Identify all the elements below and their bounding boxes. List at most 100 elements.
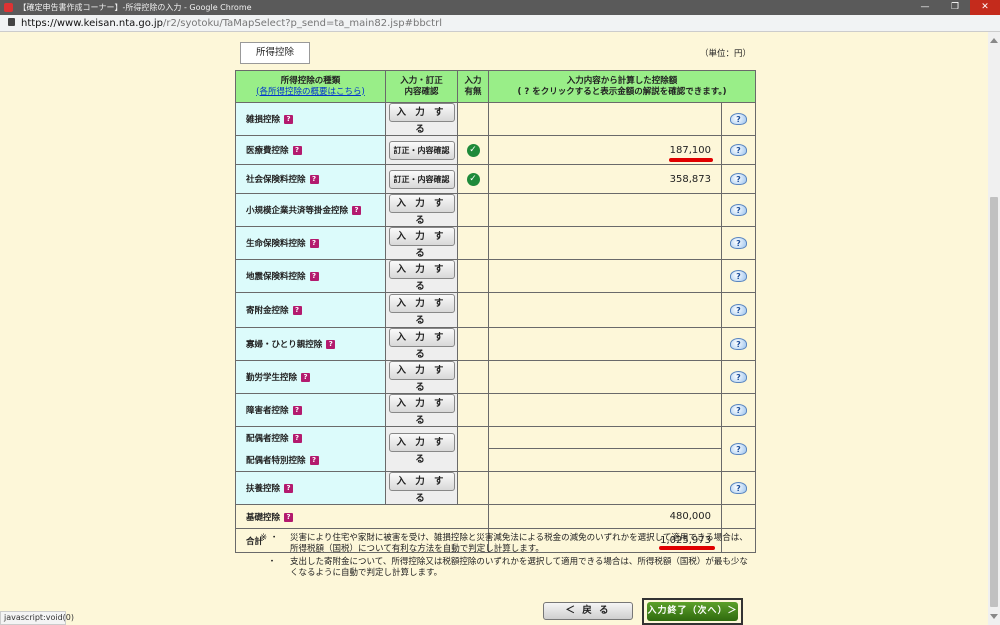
lock-icon bbox=[8, 18, 15, 26]
correct-confirm-button[interactable]: 訂正・内容確認 bbox=[388, 140, 455, 160]
row-button-cell: 訂正・内容確認 bbox=[385, 135, 458, 165]
question-icon[interactable]: ? bbox=[284, 484, 294, 493]
input-button[interactable]: 入 力 す る bbox=[388, 227, 455, 259]
help-icon[interactable]: ? bbox=[730, 113, 747, 125]
row-amount-cell: 187,100 bbox=[488, 135, 722, 165]
question-icon[interactable]: ? bbox=[292, 306, 302, 315]
scrollbar-thumb[interactable] bbox=[990, 197, 998, 607]
deduction-overview-link[interactable]: (各所得控除の概要はこちら) bbox=[236, 87, 385, 98]
scroll-up-icon[interactable] bbox=[990, 38, 998, 43]
row-name-cell: 勤労学生控除? bbox=[235, 360, 386, 394]
question-icon[interactable]: ? bbox=[301, 373, 311, 382]
page-scrollbar[interactable] bbox=[988, 32, 1000, 625]
row-help-cell: ? bbox=[721, 226, 756, 260]
row-status-cell bbox=[457, 327, 489, 361]
row-button-cell: 入 力 す る bbox=[385, 292, 458, 328]
row-status-cell bbox=[457, 102, 489, 136]
input-button[interactable]: 入 力 す る bbox=[388, 294, 455, 326]
row-amount: 358,873 bbox=[488, 164, 722, 194]
header-calculated-amount-hint: ( ? をクリックすると表示金額の解説を確認できます。) bbox=[517, 86, 727, 97]
window-titlebar: 【確定申告書作成コーナー】-所得控除の入力 - Google Chrome — … bbox=[0, 0, 1000, 15]
finish-input-next-button[interactable]: 入力終了（次へ）＞ bbox=[647, 602, 738, 621]
note-item: ・ 支出した寄附金について、所得控除又は税額控除のいずれかを選択して適用できる場… bbox=[260, 557, 750, 579]
section-tab-label: 所得控除 bbox=[240, 42, 310, 64]
question-icon[interactable]: ? bbox=[309, 239, 319, 248]
input-button[interactable]: 入 力 す る bbox=[388, 260, 455, 292]
help-icon[interactable]: ? bbox=[730, 144, 747, 156]
back-button[interactable]: ＜ 戻 る bbox=[543, 602, 633, 620]
help-icon[interactable]: ? bbox=[730, 237, 747, 249]
maximize-button[interactable]: ❐ bbox=[940, 0, 970, 15]
row-status-cell bbox=[457, 426, 489, 472]
help-icon[interactable]: ? bbox=[730, 270, 747, 282]
row-help-cell: ? bbox=[721, 393, 756, 427]
input-button[interactable]: 入 力 す る bbox=[388, 194, 455, 226]
header-input-status: 入力 有無 bbox=[457, 70, 489, 103]
app-icon bbox=[4, 3, 13, 12]
table-row: 扶養控除? 入 力 す る ? bbox=[235, 471, 756, 505]
help-icon[interactable]: ? bbox=[730, 443, 747, 455]
note-mark: ※ ・ bbox=[260, 533, 279, 543]
table-row: 社会保険料控除? 訂正・内容確認 ✓ 358,873 ? bbox=[235, 164, 756, 194]
row-name: 地震保険料控除 bbox=[246, 272, 306, 282]
question-icon[interactable]: ? bbox=[326, 340, 336, 349]
row-amount bbox=[488, 226, 722, 260]
row-help-cell: ? bbox=[721, 360, 756, 394]
question-icon[interactable]: ? bbox=[309, 455, 319, 465]
help-icon[interactable]: ? bbox=[730, 371, 747, 383]
question-icon[interactable]: ? bbox=[309, 175, 319, 184]
help-icon[interactable]: ? bbox=[730, 482, 747, 494]
input-button[interactable]: 入 力 す る bbox=[388, 328, 455, 360]
row-status-cell bbox=[457, 393, 489, 427]
header-input-correct: 入力・訂正 内容確認 bbox=[385, 70, 458, 103]
help-icon[interactable]: ? bbox=[730, 173, 747, 185]
minimize-button[interactable]: — bbox=[910, 0, 940, 15]
row-name: 寄附金控除 bbox=[246, 306, 289, 316]
row-name-cell: 寄附金控除? bbox=[235, 292, 386, 328]
input-button[interactable]: 入 力 す る bbox=[388, 103, 455, 135]
row-button-cell: 訂正・内容確認 bbox=[385, 164, 458, 194]
row-help-cell: ? bbox=[721, 135, 756, 165]
row-name-cell: 医療費控除? bbox=[235, 135, 386, 165]
next-button-frame: 入力終了（次へ）＞ bbox=[642, 598, 743, 625]
input-button[interactable]: 入 力 す る bbox=[388, 394, 455, 426]
table-row: 雑損控除? 入 力 す る ? bbox=[235, 102, 756, 136]
check-icon: ✓ bbox=[466, 172, 480, 186]
help-icon[interactable]: ? bbox=[730, 404, 747, 416]
input-button[interactable]: 入 力 す る bbox=[388, 433, 455, 465]
row-status-cell: ✓ bbox=[457, 135, 489, 165]
question-icon[interactable]: ? bbox=[352, 206, 362, 215]
row-status-cell bbox=[457, 360, 489, 394]
question-icon[interactable]: ? bbox=[284, 115, 294, 124]
help-icon[interactable]: ? bbox=[730, 304, 747, 316]
row-name-cell: 生命保険料控除? bbox=[235, 226, 386, 260]
row-name: 医療費控除 bbox=[246, 146, 289, 156]
row-button-cell: 入 力 す る bbox=[385, 426, 458, 472]
row-help-cell: ? bbox=[721, 471, 756, 505]
question-icon[interactable]: ? bbox=[292, 433, 302, 443]
close-button[interactable]: ✕ bbox=[970, 0, 1000, 15]
scroll-down-icon[interactable] bbox=[990, 614, 998, 619]
help-icon[interactable]: ? bbox=[730, 338, 747, 350]
window-controls: — ❐ ✕ bbox=[910, 0, 1000, 15]
row-name: 配偶者特別控除 bbox=[246, 455, 306, 466]
table-row: 小規模企業共済等掛金控除? 入 力 す る ? bbox=[235, 193, 756, 227]
row-name: 社会保険料控除 bbox=[246, 175, 306, 185]
question-icon[interactable]: ? bbox=[292, 406, 302, 415]
row-name: 扶養控除 bbox=[246, 484, 281, 494]
row-help-cell: ? bbox=[721, 327, 756, 361]
input-button[interactable]: 入 力 す る bbox=[388, 472, 455, 504]
row-name: 寡婦・ひとり親控除 bbox=[246, 340, 323, 350]
address-bar[interactable]: https://www.keisan.nta.go.jp/r2/syotoku/… bbox=[0, 15, 1000, 32]
correct-confirm-button[interactable]: 訂正・内容確認 bbox=[388, 169, 455, 189]
question-icon[interactable]: ? bbox=[292, 146, 302, 155]
question-icon[interactable]: ? bbox=[309, 272, 319, 281]
check-icon: ✓ bbox=[466, 143, 480, 157]
row-status-cell bbox=[457, 292, 489, 328]
row-help-cell: ? bbox=[721, 259, 756, 293]
input-button[interactable]: 入 力 す る bbox=[388, 361, 455, 393]
help-icon[interactable]: ? bbox=[730, 204, 747, 216]
row-help-cell: ? bbox=[721, 102, 756, 136]
question-icon[interactable]: ? bbox=[284, 512, 294, 522]
row-button-cell: 入 力 す る bbox=[385, 471, 458, 505]
